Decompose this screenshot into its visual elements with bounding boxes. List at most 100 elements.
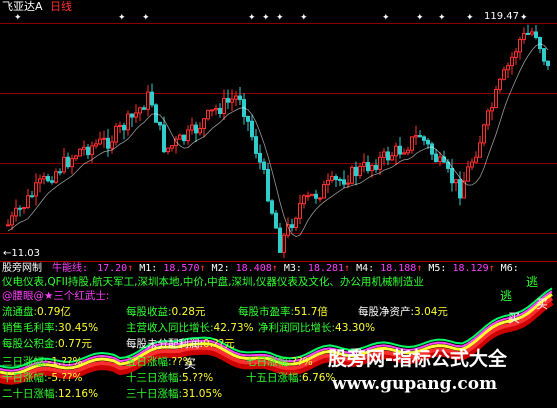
candle-body [170,145,174,149]
star-marker: ✦ [466,13,474,23]
fin-5day: 五日涨幅:??% [126,356,193,368]
candle-body [26,195,30,209]
candle-body [34,182,38,197]
candle-body [490,107,494,112]
candle-body [222,98,226,114]
candle-body [14,207,18,217]
candle-body [62,156,66,173]
candle-body [478,142,482,158]
fin-float-shares: 流通盘:0.79亿 [2,306,71,318]
fin-30day: 三十日涨幅:31.05% [126,388,223,400]
low-price-label: ←11.03 [3,248,41,259]
candle-body [418,135,422,138]
candle-body [182,134,186,142]
candle-body [350,166,354,184]
candle-body [454,179,458,184]
star-marker: ✦ [276,13,284,23]
fin-gross-margin: 销售毛利率:30.45% [2,322,99,334]
candle-body [506,65,510,71]
candle-body [270,200,274,214]
candle-body [118,124,122,127]
stock-name: 飞亚达A [2,0,43,13]
candle-body [218,107,222,114]
fin-profit-growth: 净利润同比增长:43.30% [258,322,376,334]
candle-body [114,125,118,143]
candle-body [430,143,434,155]
candle-body [230,98,234,103]
candle-body [150,91,154,106]
candle-body [382,151,386,158]
candle-body [86,146,90,156]
candle-body [422,136,426,141]
candlestick-panel[interactable]: ✦ ✦ ✦ ✦ ✦ ✦ ✦ ✦ ✦ ✦ ✦ ✦ 飞亚达A 日线 119.47 ←11.03 [0,0,557,262]
candle-body [74,155,78,160]
indicator-panel[interactable]: 仪电仪表,QFII持股,航天军工,深圳本地,中价,中盘,深圳,仪器仪表及文化、办… [0,262,557,408]
candle-body [486,110,490,126]
candle-body [226,98,230,103]
watermark-title: 股旁网-指标公式大全 [328,348,507,370]
candle-body [130,113,134,118]
candle-body [10,215,14,226]
candle-body [246,115,250,122]
candle-body [190,124,194,131]
candle-body [122,124,126,131]
candle-body [42,176,46,180]
candle-body [102,137,106,140]
candle-body [146,91,150,110]
candle-body [526,32,530,35]
candle-body [414,135,418,138]
fin-nav: 每股净资产:3.04元 [358,306,448,318]
candle-body [30,195,34,198]
chart-title: 飞亚达A 日线 [2,0,72,13]
fin-undistributed: 每股未分配利润:0.??元 [126,338,235,350]
buy-signal: 买 [508,311,521,325]
star-marker: ✦ [118,13,126,23]
candle-body [482,124,486,144]
candle-body [342,179,346,185]
star-marker: ✦ [262,13,270,23]
candle-body [90,145,94,156]
candle-body [6,224,10,227]
candle-body [434,153,438,163]
candle-body [470,161,474,168]
star-marker: ✦ [300,13,308,23]
candle-body [78,148,82,157]
fin-15day: 十五日涨幅:6.76% [246,372,336,384]
candle-body [370,164,374,172]
candle-body [258,152,262,163]
watermark-url: www.gupang.com [332,374,498,394]
star-marker: ✦ [438,13,446,23]
candle-body [106,137,110,149]
star-marker: ✦ [416,13,424,23]
candle-body [58,171,62,174]
candle-body [210,109,214,112]
candle-body [202,118,206,129]
candle-body [206,109,210,120]
fin-20day: 二十日涨幅:12.16% [2,388,99,400]
candle-body [82,146,86,150]
candle-body [314,193,318,199]
candlestick-series: ✦ ✦ ✦ ✦ ✦ ✦ ✦ ✦ ✦ ✦ ✦ ✦ [6,13,550,258]
candle-body [250,120,254,138]
candle-body [538,36,542,50]
candle-body [294,217,298,229]
star-marker: ✦ [14,13,22,23]
pattern-tag: @腰眼@★三个红武士: [2,290,110,302]
candle-body [46,176,50,182]
candle-body [18,207,22,210]
candle-body [38,178,42,184]
candle-body [518,38,522,53]
candle-body [498,78,502,90]
candle-body [70,158,74,168]
high-price-label: 119.47 [484,11,520,22]
candle-body [410,136,414,151]
candle-body [306,195,310,198]
candle-body [494,88,498,109]
candle-body [126,113,130,131]
candle-body [450,167,454,184]
candle-body [298,203,302,219]
candle-body [374,164,378,170]
candle-body [390,155,394,161]
fin-3day: 三日涨幅:-1.??% [2,356,83,368]
candle-body [290,224,294,229]
